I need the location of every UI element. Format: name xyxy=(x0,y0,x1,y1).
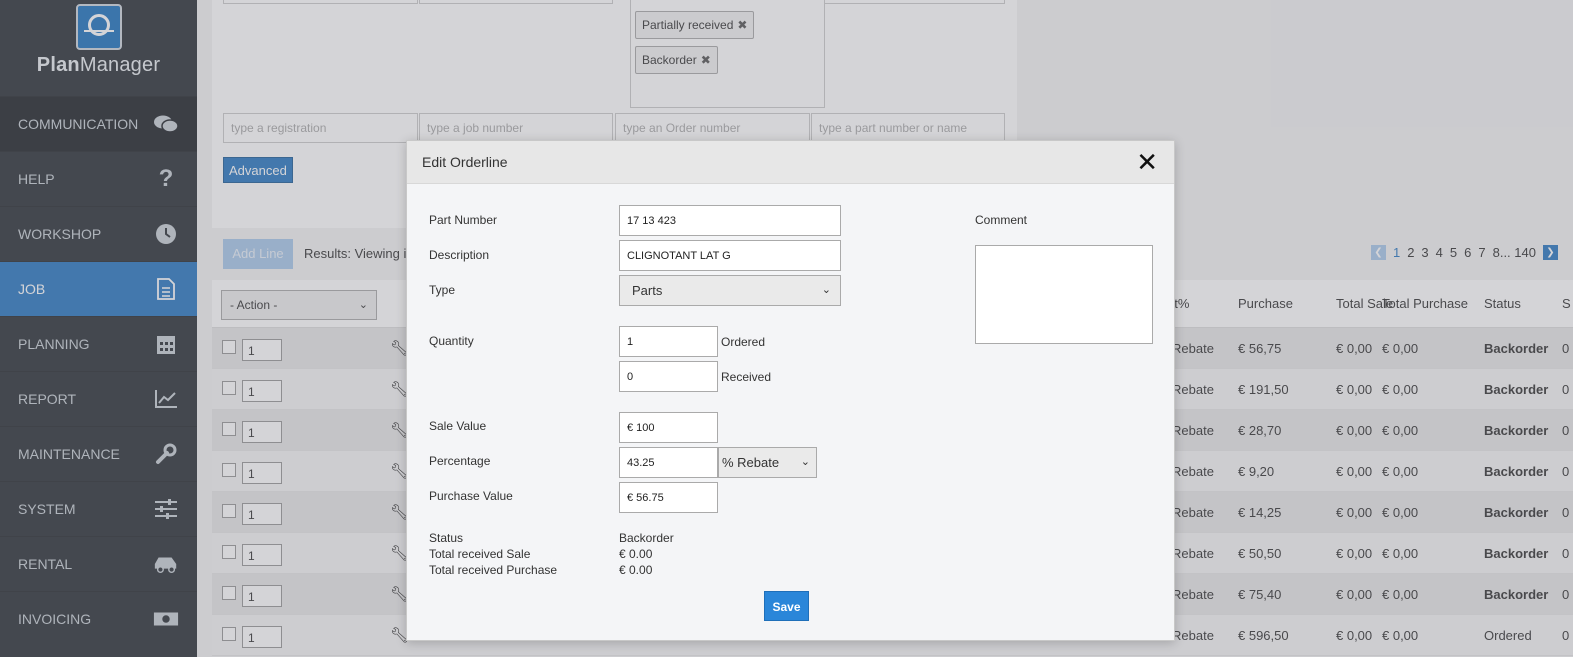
percentage-type-select[interactable]: % Rebate ⌄ xyxy=(718,447,817,478)
type-select[interactable]: Parts ⌄ xyxy=(619,275,841,306)
sale-value-field[interactable]: € 100 xyxy=(619,412,718,443)
purchase-value-label: Purchase Value xyxy=(429,489,513,503)
total-received-purchase-value: € 0.00 xyxy=(619,563,653,577)
edit-orderline-dialog: Edit Orderline ✕ Part Number 17 13 423 D… xyxy=(406,140,1175,641)
dialog-title: Edit Orderline xyxy=(422,154,508,170)
type-label: Type xyxy=(429,283,456,297)
received-label: Received xyxy=(721,370,772,384)
comment-textarea[interactable] xyxy=(975,245,1153,344)
purchase-value-field[interactable]: € 56.75 xyxy=(619,482,718,513)
close-icon[interactable]: ✕ xyxy=(1136,149,1158,175)
comment-label: Comment xyxy=(975,213,1028,227)
status-label: Status xyxy=(429,531,464,545)
chevron-down-icon: ⌄ xyxy=(800,456,810,468)
total-received-sale-value: € 0.00 xyxy=(619,547,653,561)
percentage-label: Percentage xyxy=(429,454,491,468)
sale-value-label: Sale Value xyxy=(429,419,487,433)
description-label: Description xyxy=(429,248,490,262)
status-value: Backorder xyxy=(619,531,674,545)
percentage-field[interactable]: 43.25 xyxy=(619,447,718,478)
save-button[interactable]: Save xyxy=(764,591,809,621)
received-quantity-field[interactable]: 0 xyxy=(619,361,718,392)
total-received-purchase-label: Total received Purchase xyxy=(429,563,558,577)
part-number-label: Part Number xyxy=(429,213,498,227)
total-received-sale-label: Total received Sale xyxy=(429,547,531,561)
quantity-label: Quantity xyxy=(429,334,474,348)
ordered-quantity-field[interactable]: 1 xyxy=(619,326,718,357)
part-number-field[interactable]: 17 13 423 xyxy=(619,205,841,236)
chevron-down-icon: ⌄ xyxy=(821,284,831,296)
ordered-label: Ordered xyxy=(721,335,766,349)
dialog-header: Edit Orderline ✕ xyxy=(407,141,1174,184)
description-field[interactable]: CLIGNOTANT LAT G xyxy=(619,240,841,271)
